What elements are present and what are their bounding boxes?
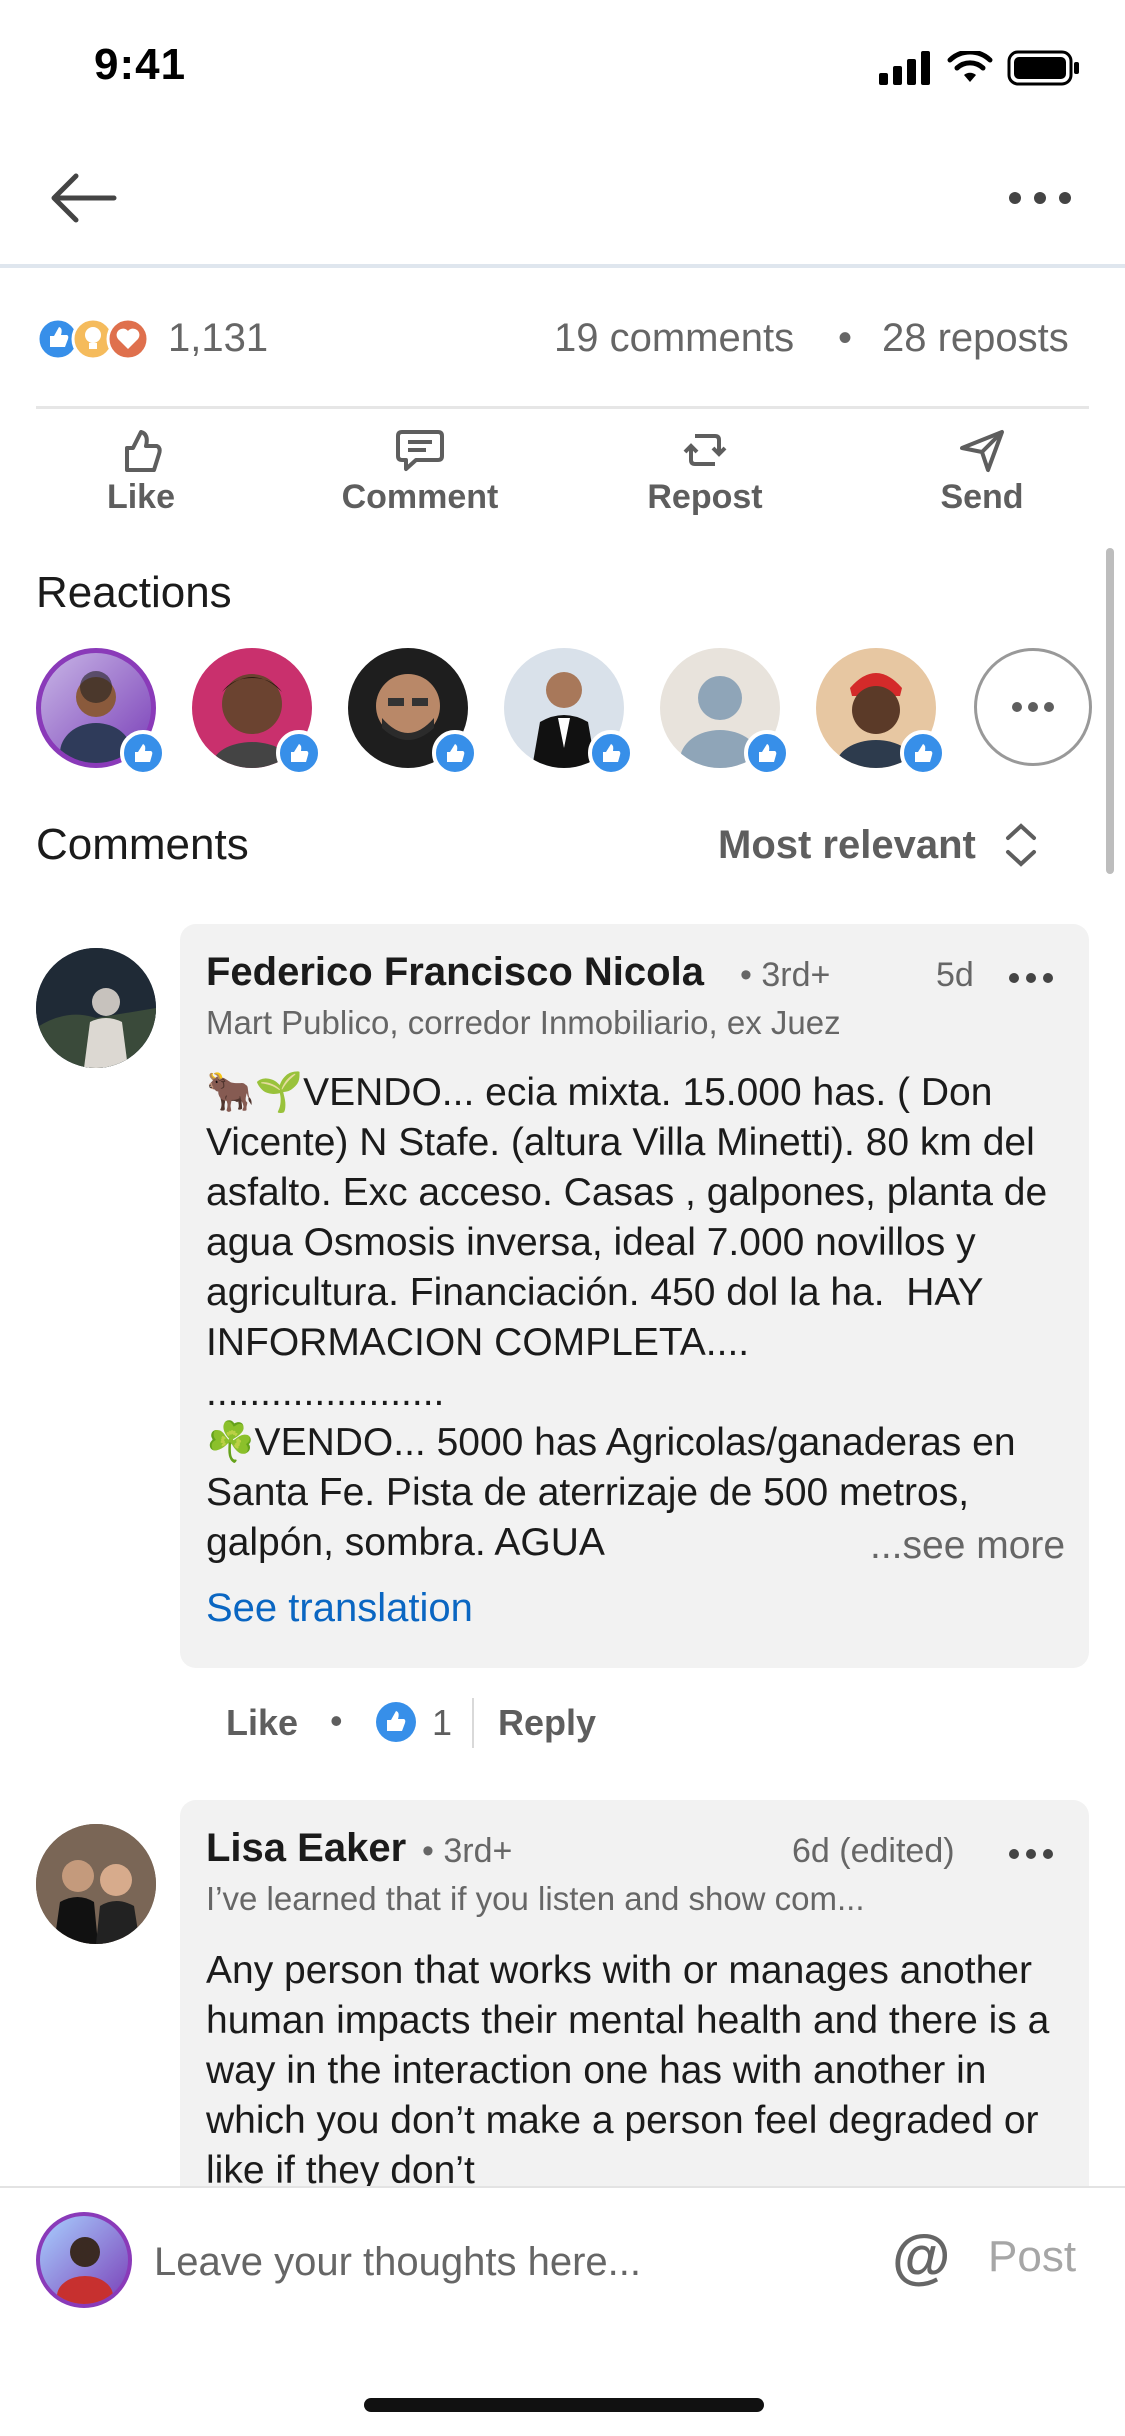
reaction-icons[interactable]: [36, 314, 156, 364]
commenter-avatar[interactable]: [36, 1824, 156, 1944]
status-icons: [879, 50, 1081, 86]
separator-dot: •: [838, 316, 853, 360]
back-button[interactable]: [44, 166, 124, 230]
comments-count[interactable]: 19 comments: [554, 316, 794, 361]
send-button[interactable]: Send: [912, 426, 1052, 536]
commenter-name[interactable]: Federico Francisco Nicola: [206, 950, 704, 995]
sort-dropdown[interactable]: Most relevant: [718, 822, 1038, 868]
comment-input[interactable]: [154, 2232, 854, 2292]
status-time: 9:41: [94, 40, 187, 89]
comment-body: 🐂🌱VENDO... ecia mixta. 15.000 has. ( Don…: [206, 1071, 1048, 1564]
reactor-avatar[interactable]: [504, 648, 634, 776]
commenter-avatar[interactable]: [36, 948, 156, 1068]
like-badge-icon: [588, 730, 634, 776]
like-badge-icon: [276, 730, 322, 776]
send-icon: [960, 430, 1004, 472]
reactor-avatar[interactable]: [192, 648, 322, 776]
ellipsis-icon: [1009, 192, 1071, 204]
like-badge-icon: [120, 730, 166, 776]
comment-reply-button[interactable]: Reply: [498, 1702, 596, 1744]
more-options-button[interactable]: [1005, 178, 1075, 218]
like-badge-icon: [900, 730, 946, 776]
sort-label: Most relevant: [718, 822, 976, 867]
mention-button[interactable]: @: [892, 2222, 951, 2291]
commenter-headline: Mart Publico, corredor Inmobiliario, ex …: [206, 1004, 841, 1041]
repost-button[interactable]: Repost: [630, 426, 780, 536]
my-avatar[interactable]: [36, 2212, 132, 2308]
comment-more-button[interactable]: [1008, 1844, 1054, 1864]
like-button[interactable]: Like: [86, 426, 196, 536]
like-badge-icon: [432, 730, 478, 776]
reactor-avatar[interactable]: [660, 648, 790, 776]
comment-button[interactable]: Comment: [320, 426, 520, 536]
comment-time: 5d: [936, 956, 974, 994]
commenter-name[interactable]: Lisa Eaker: [206, 1826, 406, 1871]
connection-degree: • 3rd+: [740, 956, 831, 994]
sort-chevrons-icon: [1005, 823, 1036, 867]
comments-title: Comments: [36, 820, 249, 869]
repost-label: Repost: [647, 478, 763, 516]
reactor-avatar[interactable]: [348, 648, 478, 776]
action-divider: [472, 1698, 474, 1748]
comment-more-button[interactable]: [1008, 968, 1054, 988]
like-label: Like: [106, 478, 176, 516]
more-reactions-button[interactable]: [974, 648, 1092, 766]
love-reaction-icon: [106, 317, 150, 361]
scrollbar[interactable]: [1106, 548, 1114, 874]
send-label: Send: [940, 478, 1024, 516]
reactions-title: Reactions: [36, 568, 232, 617]
wifi-icon: [947, 51, 993, 82]
home-indicator: [364, 2398, 764, 2412]
post-button[interactable]: Post: [988, 2232, 1076, 2282]
comment-reaction-count[interactable]: 1: [432, 1702, 452, 1744]
reactor-avatar[interactable]: [816, 648, 946, 776]
comment-label: Comment: [341, 478, 499, 516]
repost-icon: [683, 434, 727, 466]
see-translation-link[interactable]: See translation: [206, 1586, 473, 1631]
nav-divider: [0, 264, 1125, 268]
ellipsis-icon: [1009, 1849, 1053, 1859]
ellipsis-icon: [1012, 702, 1054, 712]
commenter-headline: I’ve learned that if you listen and show…: [206, 1880, 865, 1917]
like-reaction-icon: [374, 1700, 418, 1744]
connection-degree: • 3rd+: [422, 1832, 513, 1870]
signal-icon: [879, 51, 930, 85]
reactor-avatar[interactable]: [36, 648, 166, 776]
comment-like-button[interactable]: Like: [226, 1702, 298, 1744]
comment-time: 6d (edited): [792, 1832, 955, 1870]
ellipsis-icon: [1009, 973, 1053, 983]
summary-divider: [36, 406, 1089, 409]
thumbs-up-icon: [125, 430, 162, 472]
reposts-count[interactable]: 28 reposts: [882, 316, 1069, 361]
see-more-link[interactable]: ...see more: [860, 1524, 1066, 1568]
battery-icon: [1007, 50, 1079, 86]
comment-icon: [396, 430, 444, 471]
separator-dot: •: [330, 1700, 343, 1741]
like-badge-icon: [744, 730, 790, 776]
reaction-count[interactable]: 1,131: [168, 316, 268, 361]
arrow-left-icon: [51, 173, 117, 223]
comment-body: Any person that works with or manages an…: [206, 1949, 1061, 2192]
